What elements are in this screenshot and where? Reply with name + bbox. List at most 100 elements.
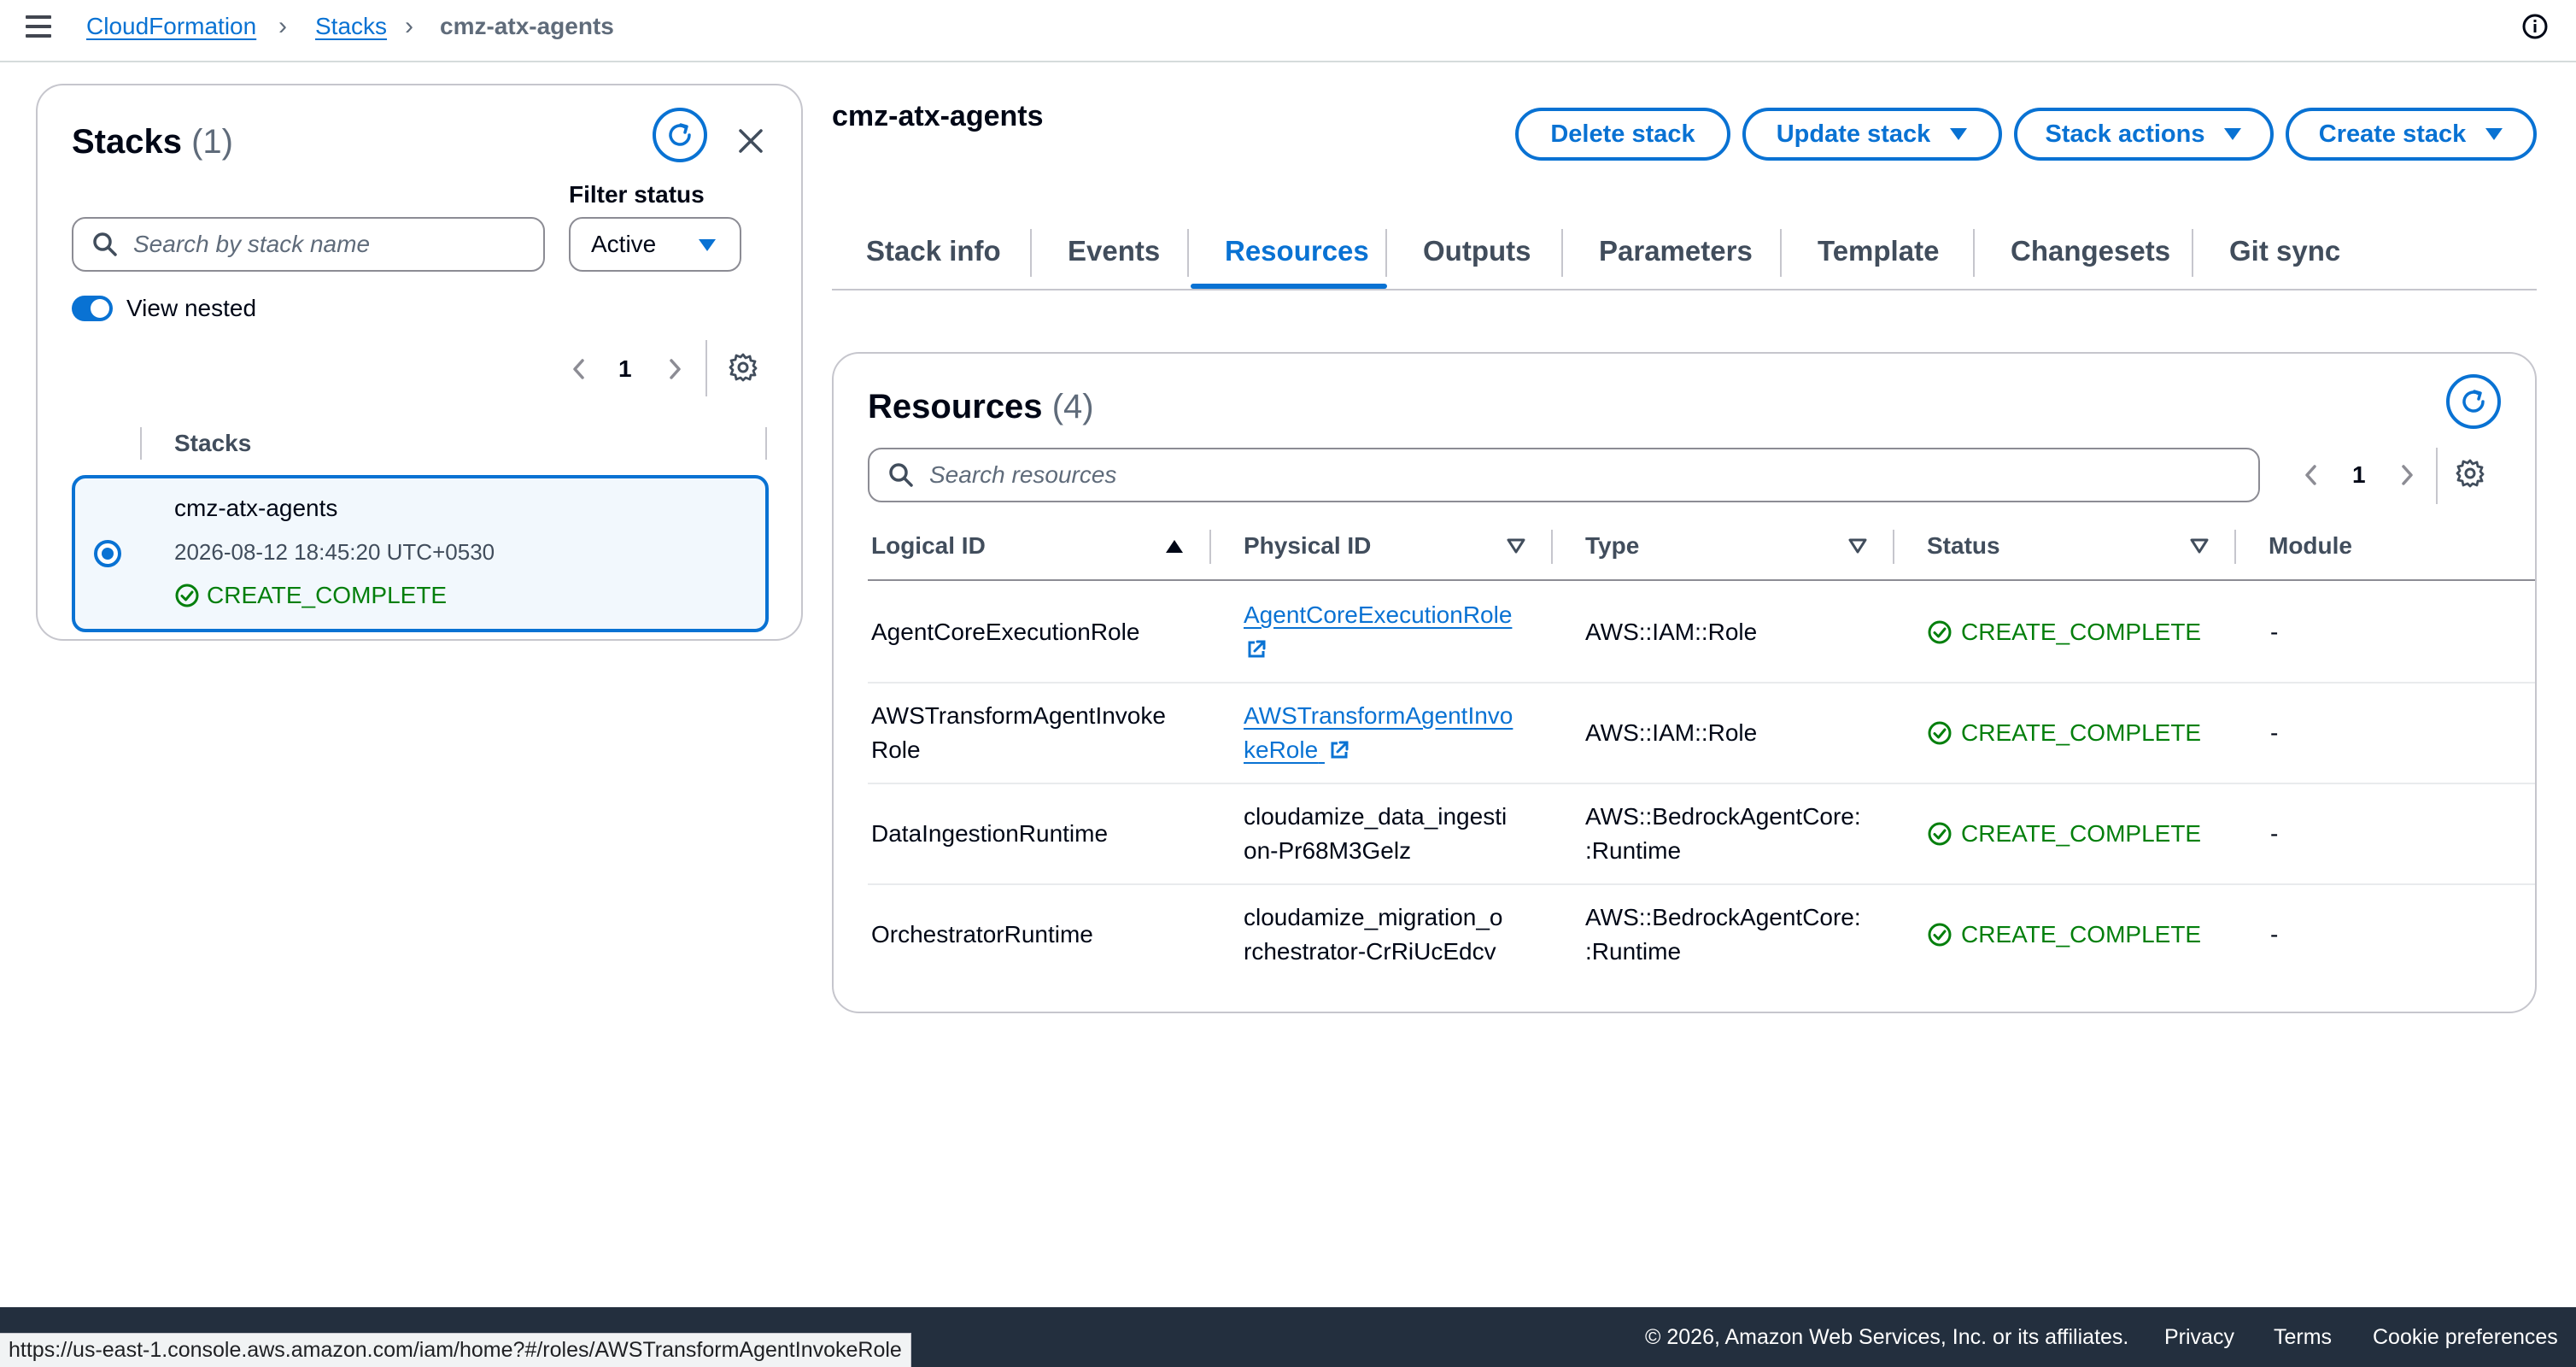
stack-tabs: Stack info Events Resources Outputs Para… [832,220,2537,290]
breadcrumb-cloudformation[interactable]: CloudFormation [86,11,256,42]
search-icon [889,463,913,487]
next-page-icon[interactable] [2397,458,2417,492]
resources-title-text: Resources [868,388,1043,425]
caret-down-icon [2224,128,2242,140]
previous-page-icon[interactable] [569,352,589,386]
cell-physical-id-link[interactable]: AgentCoreExecutionRole [1244,598,1512,666]
cell-status: CREATE_COMPLETE [1927,918,2201,952]
tab-divider [1780,229,1782,277]
success-check-icon [1928,620,1952,644]
caret-down-icon [1950,128,1968,140]
cell-module: - [2270,921,2279,948]
stack-search-input[interactable]: Search by stack name [72,217,545,272]
stack-list-item[interactable]: cmz-atx-agents 2026-08-12 18:45:20 UTC+0… [72,475,769,632]
status-text: CREATE_COMPLETE [1961,820,2202,847]
tab-changesets[interactable]: Changesets [2011,232,2170,270]
cell-physical-id: cloudamize_migration_o rchestrator-CrRiU… [1244,901,1503,969]
settings-gear-icon[interactable] [728,352,758,383]
table-header-line [868,579,2535,581]
breadcrumb-stacks[interactable]: Stacks [315,11,387,42]
cell-type: AWS::BedrockAgentCore: :Runtime [1585,800,1861,868]
physical-id-line: keRole [1244,736,1319,763]
tab-divider [1187,229,1189,277]
row-divider [868,883,2535,885]
stacks-panel-title: Stacks (1) [72,116,233,167]
refresh-icon [2462,390,2485,413]
cell-type: AWS::IAM::Role [1585,719,1758,746]
settings-gear-icon[interactable] [2455,458,2485,489]
resource-search-placeholder: Search resources [929,461,1117,488]
search-icon [93,232,117,256]
stacks-panel: Stacks (1) Filter status Search by stack… [36,84,803,641]
sort-icon[interactable] [1507,538,1525,554]
tab-divider [1030,229,1032,277]
sort-ascending-icon[interactable] [1165,538,1184,554]
footer-privacy-link[interactable]: Privacy [2164,1323,2234,1352]
cell-logical-id: AWSTransformAgentInvoke Role [871,699,1166,767]
physical-id-line: AWSTransformAgentInvo [1244,702,1513,729]
stack-select-radio[interactable] [94,540,121,567]
active-tab-indicator [1191,284,1387,289]
refresh-resources-button[interactable] [2446,374,2501,429]
column-divider [1209,530,1211,564]
resources-count: (4) [1051,388,1094,425]
filter-status-select[interactable]: Active [569,217,741,272]
physical-id-line: cloudamize_migration_o [1244,904,1503,930]
breadcrumb-current: cmz-atx-agents [440,13,614,39]
tab-events[interactable]: Events [1068,232,1160,270]
breadcrumb-separator-icon: › [278,12,287,40]
logical-id-line: Role [871,736,921,763]
logical-id-line: AWSTransformAgentInvoke [871,702,1166,729]
cell-type: AWS::BedrockAgentCore: :Runtime [1585,901,1861,969]
next-page-icon[interactable] [664,352,685,386]
type-line: :Runtime [1585,938,1682,965]
info-icon[interactable] [2521,13,2549,40]
footer-terms-link[interactable]: Terms [2274,1323,2332,1352]
resources-page-number[interactable]: 1 [2352,458,2366,492]
view-nested-toggle[interactable] [72,296,113,321]
column-header-status[interactable]: Status [1927,530,2000,562]
cell-physical-id-link[interactable]: AWSTransformAgentInvo keRole [1244,699,1513,767]
delete-stack-button[interactable]: Delete stack [1515,108,1730,161]
sort-icon[interactable] [1848,538,1867,554]
resources-panel: Resources (4) Search resources 1 Logical… [832,352,2537,1013]
cell-logical-id: DataIngestionRuntime [871,820,1109,847]
create-stack-button[interactable]: Create stack [2286,108,2537,161]
tab-stack-info[interactable]: Stack info [866,232,1001,270]
footer-cookie-preferences-link[interactable]: Cookie preferences [2373,1323,2558,1352]
refresh-stacks-button[interactable] [653,108,707,162]
column-header-logical-id[interactable]: Logical ID [871,530,986,562]
tab-template[interactable]: Template [1818,232,1939,270]
type-line: AWS::BedrockAgentCore: [1585,803,1861,830]
previous-page-icon[interactable] [2301,458,2321,492]
resource-search-input[interactable]: Search resources [868,448,2260,502]
cell-logical-id: AgentCoreExecutionRole [871,619,1140,645]
stack-actions-button[interactable]: Stack actions [2014,108,2274,161]
stacks-title-text: Stacks [72,123,182,161]
cell-status: CREATE_COMPLETE [1927,615,2201,649]
stack-search-placeholder: Search by stack name [133,231,371,257]
tab-divider [1561,229,1563,277]
menu-icon[interactable] [26,15,55,41]
sort-icon[interactable] [2190,538,2209,554]
column-divider [140,427,142,460]
tab-resources[interactable]: Resources [1225,232,1369,270]
tab-parameters[interactable]: Parameters [1599,232,1753,270]
close-panel-button[interactable] [728,118,774,164]
tab-outputs[interactable]: Outputs [1423,232,1531,270]
tab-git-sync[interactable]: Git sync [2229,232,2340,270]
cell-module: - [2270,820,2279,847]
create-stack-label: Create stack [2318,120,2467,148]
column-header-type[interactable]: Type [1585,530,1639,562]
external-link-icon [1331,741,1349,759]
column-header-module[interactable]: Module [2269,530,2352,562]
stack-created-time: 2026-08-12 18:45:20 UTC+0530 [174,539,495,565]
column-header-physical-id[interactable]: Physical ID [1244,530,1371,562]
stack-status: CREATE_COMPLETE [174,579,447,612]
cell-logical-id: OrchestratorRuntime [871,921,1093,948]
caret-down-icon [699,239,716,251]
physical-id-line: AgentCoreExecutionRole [1244,601,1513,628]
stacks-page-number[interactable]: 1 [618,352,632,386]
filter-status-value: Active [591,231,657,257]
update-stack-button[interactable]: Update stack [1742,108,2002,161]
